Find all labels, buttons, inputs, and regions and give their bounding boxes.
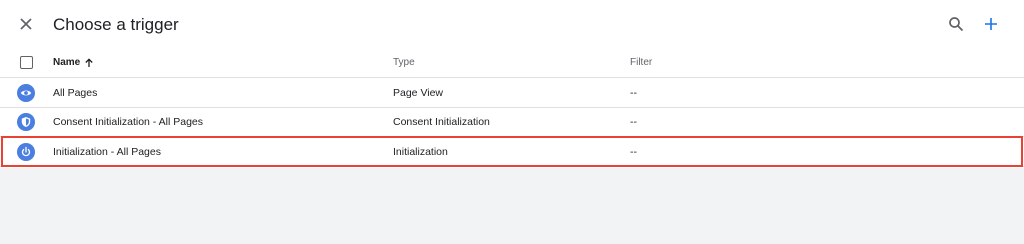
trigger-type-icon [17, 113, 35, 131]
column-header-name[interactable]: Name [53, 57, 94, 68]
add-icon [985, 18, 997, 30]
search-button[interactable] [944, 12, 968, 36]
trigger-filter: -- [630, 146, 637, 158]
trigger-type: Initialization [393, 146, 448, 158]
column-header-filter[interactable]: Filter [630, 57, 652, 68]
trigger-type: Page View [393, 87, 444, 99]
trigger-type-icon [17, 84, 35, 102]
trigger-filter: -- [630, 116, 637, 128]
trigger-name: Initialization - All Pages [53, 146, 161, 158]
trigger-name: Consent Initialization - All Pages [53, 116, 203, 128]
close-button[interactable] [14, 12, 38, 36]
eye-icon [20, 90, 32, 96]
trigger-filter: -- [630, 87, 637, 99]
column-header-name-label: Name [53, 57, 81, 68]
sort-ascending-icon [85, 57, 93, 67]
close-icon [20, 18, 32, 30]
table-row-all-pages[interactable]: All Pages Page View -- [0, 78, 1024, 108]
trigger-name: All Pages [53, 87, 98, 99]
panel-header: Choose a trigger [0, 0, 1024, 48]
trigger-chooser-panel: Choose a trigger Name Type Filter All Pa… [0, 0, 1024, 168]
table-row-consent-initialization[interactable]: Consent Initialization - All Pages Conse… [0, 107, 1024, 137]
shield-icon [21, 117, 31, 127]
trigger-type: Consent Initialization [393, 116, 490, 128]
table-header: Name Type Filter [0, 48, 1024, 78]
page-title: Choose a trigger [53, 15, 179, 34]
power-icon [21, 146, 31, 157]
select-all-checkbox[interactable] [20, 56, 33, 69]
column-header-type[interactable]: Type [393, 57, 415, 68]
search-icon [949, 17, 964, 32]
add-trigger-button[interactable] [979, 12, 1003, 36]
trigger-type-icon [17, 143, 35, 161]
table-row-initialization[interactable]: Initialization - All Pages Initializatio… [0, 137, 1024, 167]
